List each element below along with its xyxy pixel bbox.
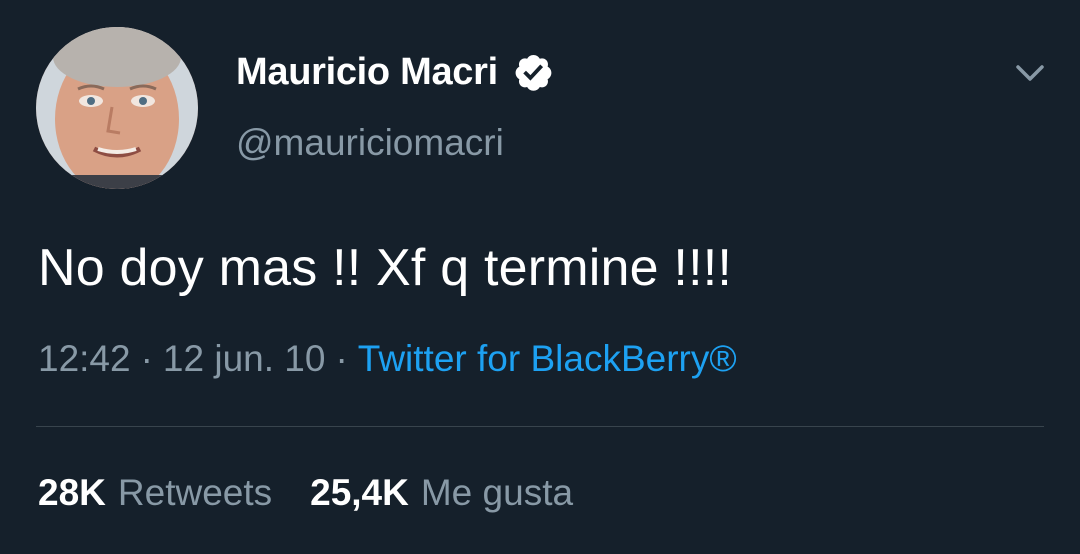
- meta-separator: ·: [335, 338, 348, 379]
- tweet-stats: 28K Retweets 25,4K Me gusta: [38, 472, 611, 514]
- likes-count: 25,4K: [310, 472, 409, 513]
- divider: [36, 426, 1044, 427]
- tweet-card: Mauricio Macri @mauriciomacri No doy mas…: [0, 0, 1080, 554]
- likes-label: Me gusta: [420, 472, 574, 513]
- retweets-label: Retweets: [117, 472, 273, 513]
- retweets-count: 28K: [38, 472, 106, 513]
- likes-stat[interactable]: 25,4K Me gusta: [310, 472, 573, 514]
- avatar-portrait: [36, 27, 198, 189]
- chevron-down-icon[interactable]: [1010, 52, 1050, 92]
- avatar[interactable]: [36, 27, 198, 189]
- meta-separator: ·: [140, 338, 153, 379]
- display-name[interactable]: Mauricio Macri: [236, 51, 498, 94]
- verified-badge-icon: [512, 51, 554, 93]
- tweet-date[interactable]: 12 jun. 10: [163, 338, 326, 379]
- tweet-time[interactable]: 12:42: [38, 338, 131, 379]
- retweets-stat[interactable]: 28K Retweets: [38, 472, 272, 514]
- user-handle[interactable]: @mauriciomacri: [236, 122, 504, 164]
- tweet-source-link[interactable]: Twitter for BlackBerry®: [358, 338, 737, 379]
- tweet-meta: 12:42 · 12 jun. 10 · Twitter for BlackBerry®: [38, 338, 737, 380]
- tweet-text: No doy mas !! Xf q termine !!!!: [38, 239, 733, 297]
- author-name-row[interactable]: Mauricio Macri: [236, 48, 554, 96]
